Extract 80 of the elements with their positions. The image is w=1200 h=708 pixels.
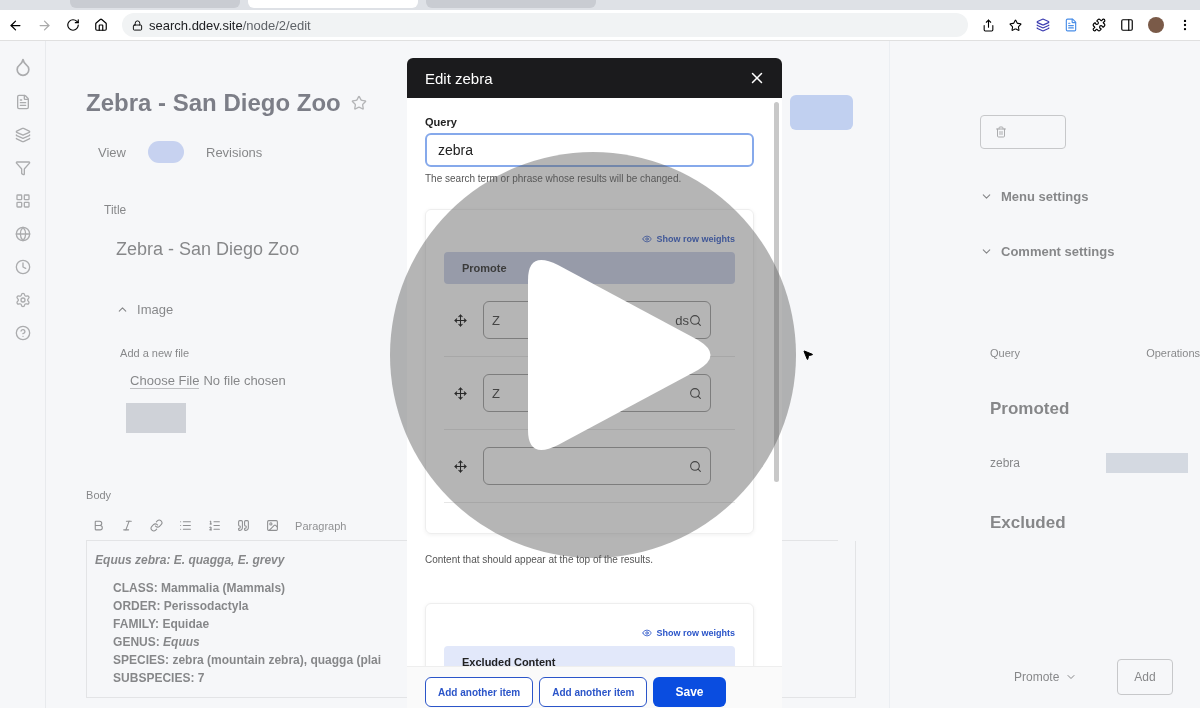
body-text: ORDER: Perissodactyla	[113, 599, 249, 613]
column-header: Operations	[1146, 347, 1200, 359]
body-text: SUBSPECIES: 7	[113, 671, 205, 685]
trash-icon	[995, 126, 1007, 138]
dialog-title: Edit zebra	[425, 69, 493, 87]
star-icon[interactable]	[350, 95, 367, 111]
field-label: Query	[425, 116, 457, 128]
home-icon[interactable]	[94, 18, 108, 32]
section-title: Comment settings	[1001, 244, 1115, 259]
active-tab-highlight[interactable]	[148, 141, 184, 163]
help-text: The search term or phrase whose results will be changed.	[425, 173, 682, 184]
help-text: Content that should appear at the top of the results.	[425, 554, 653, 565]
drag-handle-icon[interactable]	[454, 313, 467, 327]
delete-button[interactable]	[980, 115, 1066, 149]
bold-icon[interactable]	[92, 519, 106, 532]
forward-icon[interactable]	[37, 17, 52, 33]
field-label: Body	[86, 489, 112, 501]
profile-avatar[interactable]	[1148, 17, 1164, 33]
show-row-weights-link[interactable]: Show row weights	[642, 234, 735, 244]
italic-icon[interactable]	[121, 519, 135, 532]
link-icon[interactable]	[150, 519, 164, 532]
address-bar[interactable]: search.ddev.site/node/2/edit	[122, 13, 968, 37]
lock-icon	[132, 19, 143, 31]
field-label: Title	[104, 203, 127, 217]
search-icon	[689, 313, 702, 327]
page-title: Zebra - San Diego Zoo	[86, 89, 341, 117]
body-text: Equus zebra: E. quagga, E. grevy	[95, 553, 285, 567]
search-icon	[689, 386, 702, 400]
drag-handle-icon[interactable]	[454, 459, 467, 473]
eye-icon	[642, 628, 653, 638]
revisions-tab[interactable]: Revisions	[206, 144, 263, 160]
extensions-icon[interactable]	[1092, 18, 1106, 32]
funnel-icon[interactable]	[14, 160, 31, 176]
title-input[interactable]: Zebra - San Diego Zoo	[104, 225, 312, 274]
dialog-button[interactable]: Add another item	[425, 677, 534, 707]
table-header: Promote	[444, 252, 735, 284]
body-text: FAMILY: Equidae	[113, 617, 210, 631]
format-select[interactable]: Paragraph	[295, 519, 347, 532]
show-row-weights-link[interactable]: Show row weights	[642, 628, 735, 638]
column-header: Query	[990, 347, 1020, 359]
action-select[interactable]: Promote	[1014, 670, 1078, 684]
extension-icon[interactable]	[1036, 18, 1050, 32]
section-title: Menu settings	[1001, 189, 1089, 204]
search-icon	[689, 459, 702, 473]
query-input[interactable]: zebra	[425, 133, 754, 167]
eye-icon	[642, 234, 653, 244]
globe-icon[interactable]	[14, 226, 31, 242]
clock-icon[interactable]	[14, 259, 31, 275]
body-text: SPECIES: zebra (mountain zebra), quagga (plai	[113, 653, 382, 667]
quote-icon[interactable]	[237, 519, 251, 532]
bulleted-list-icon[interactable]	[179, 519, 193, 532]
dialog-button[interactable]: Save	[653, 677, 726, 707]
document-icon[interactable]	[14, 94, 31, 110]
add-button[interactable]: Add	[1117, 659, 1173, 695]
help-icon[interactable]	[14, 325, 31, 341]
query-text: zebra	[990, 456, 1021, 470]
url-text: search.ddev.site/node/2/edit	[149, 17, 311, 33]
back-icon[interactable]	[8, 17, 23, 33]
section-title: Image	[137, 302, 174, 317]
section-heading: Excluded	[990, 513, 1066, 533]
image-icon[interactable]	[266, 519, 280, 532]
layers-icon[interactable]	[14, 127, 31, 143]
view-tab[interactable]: View	[98, 144, 126, 160]
bookmark-star-icon[interactable]	[1009, 18, 1022, 32]
reload-icon[interactable]	[66, 18, 80, 32]
dialog-button[interactable]: Add another item	[539, 677, 648, 707]
drag-handle-icon[interactable]	[454, 386, 467, 400]
share-icon[interactable]	[982, 18, 995, 32]
image-placeholder	[126, 403, 187, 433]
body-text: CLASS: Mammalia (Mammals)	[113, 581, 286, 595]
field-label: Add a new file	[120, 347, 190, 359]
choose-file-button[interactable]: Choose File	[130, 373, 200, 389]
file-status: No file chosen	[203, 373, 286, 389]
side-panel-icon[interactable]	[1120, 18, 1134, 32]
section-heading: Promoted	[990, 399, 1070, 419]
settings-icon[interactable]	[14, 292, 31, 308]
mouse-cursor-icon	[802, 349, 814, 361]
body-text: GENUS: Equus	[113, 635, 200, 649]
numbered-list-icon[interactable]	[208, 519, 222, 532]
blocks-icon[interactable]	[14, 193, 31, 209]
